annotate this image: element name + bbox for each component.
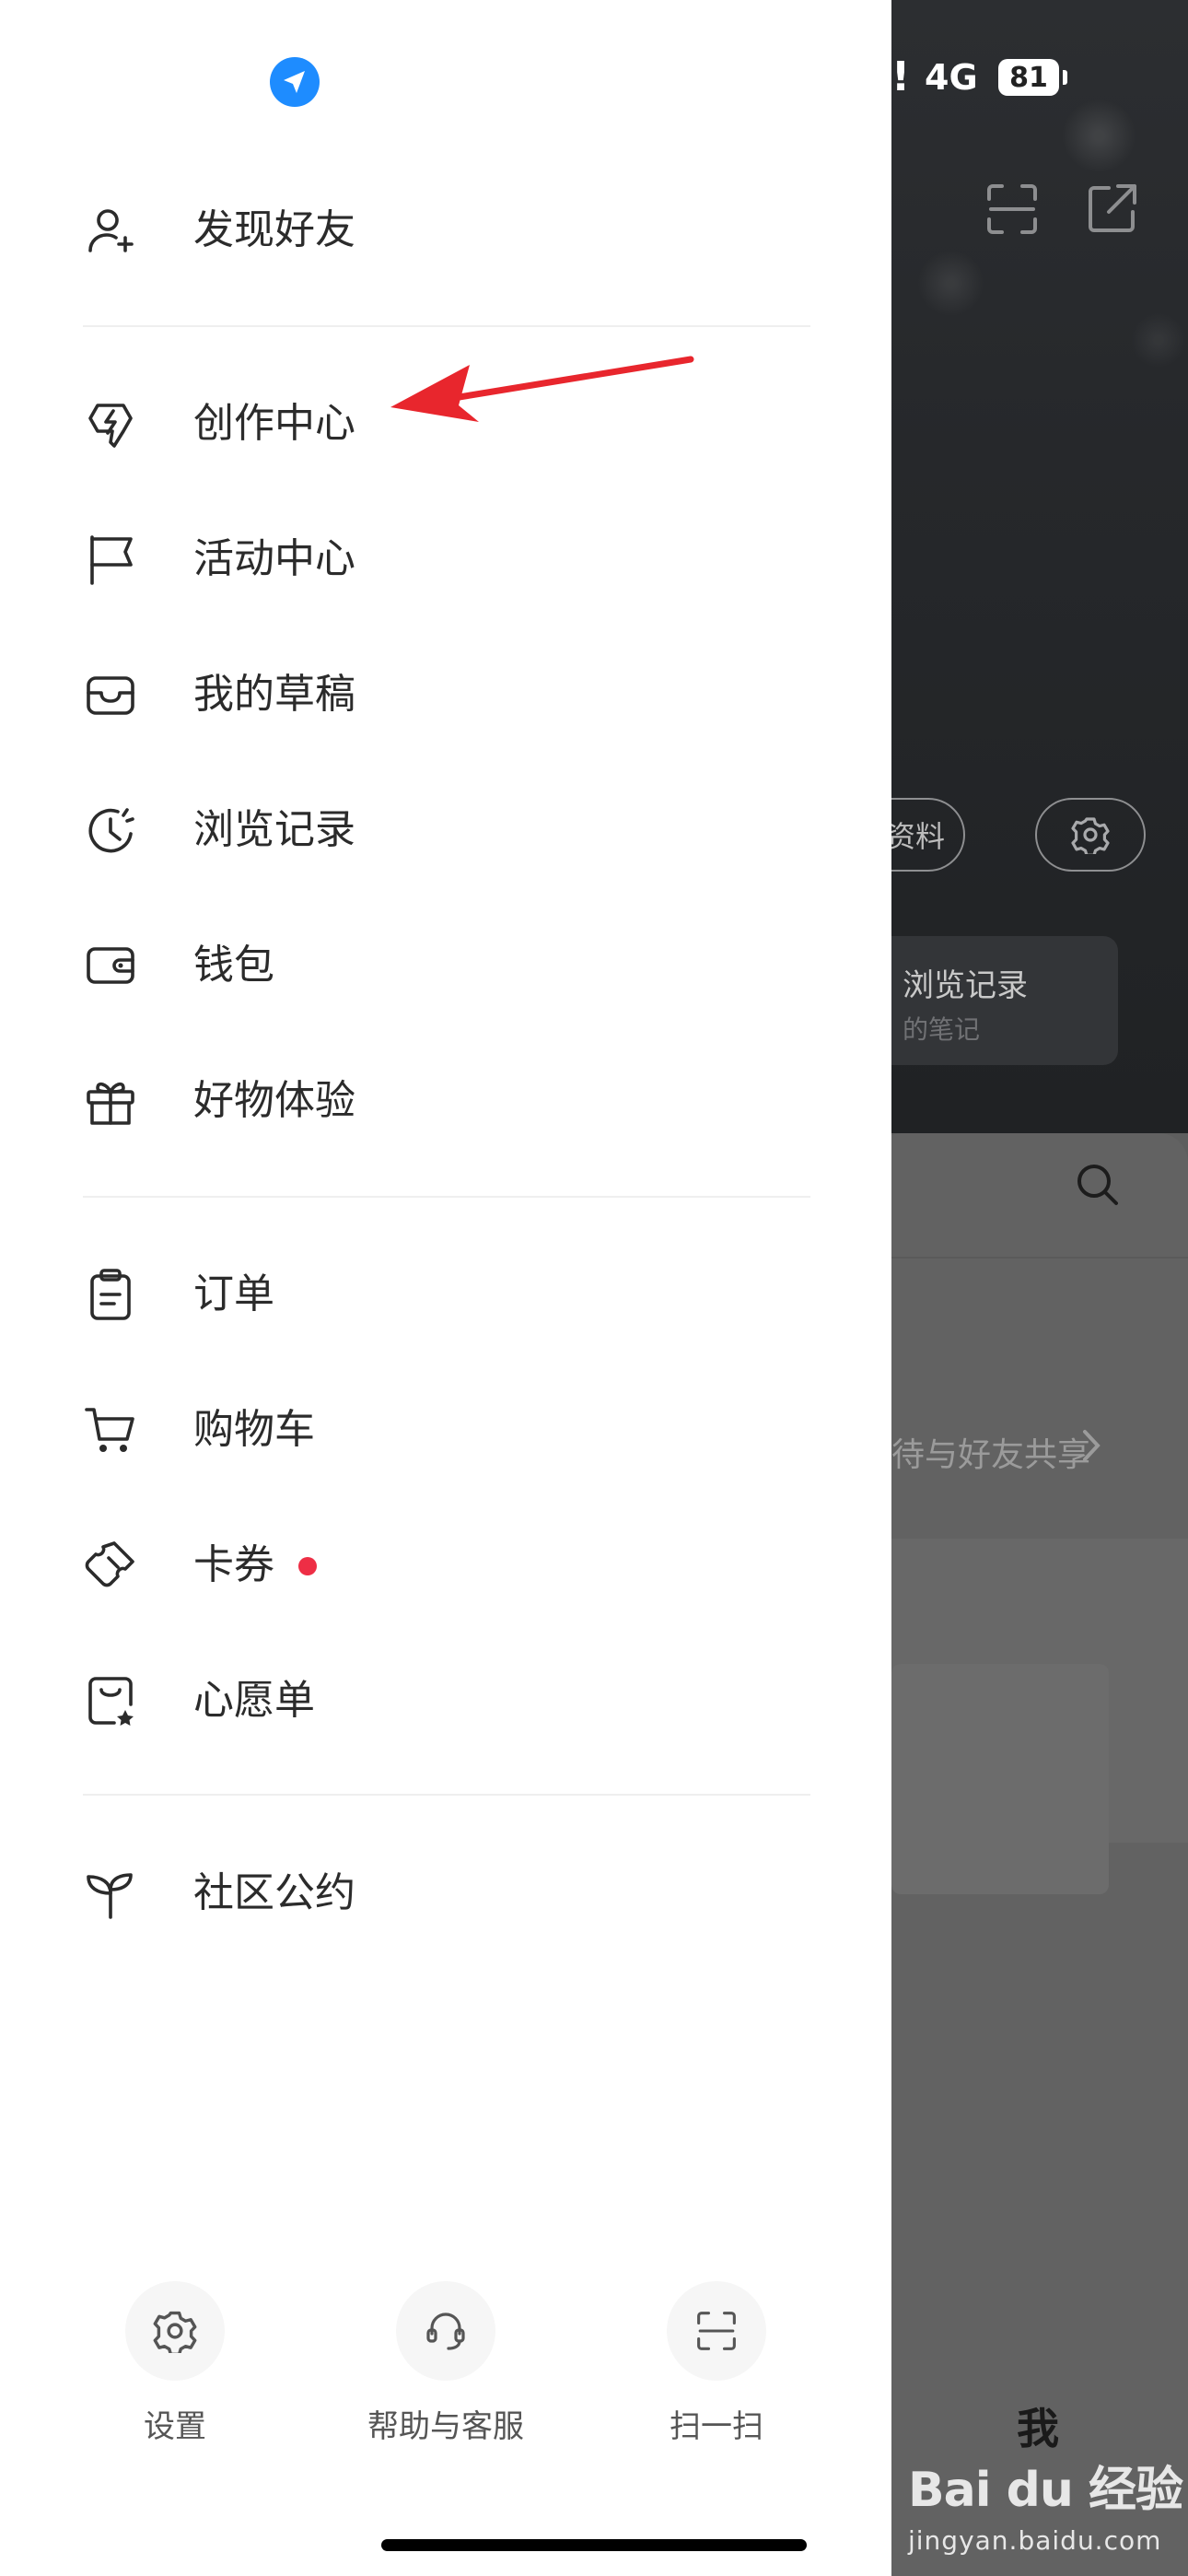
menu-item-label: 发现好友 (193, 206, 355, 253)
divider (83, 1196, 810, 1198)
scan-circle (667, 2281, 766, 2381)
profile-content-sheet: 待与好友共享 我 (891, 1133, 1188, 2576)
menu-item-find-friends[interactable]: 发现好友 (0, 180, 891, 281)
menu-item-activity-center[interactable]: 活动中心 (0, 509, 891, 610)
gear-icon (1071, 817, 1110, 854)
menu-item-label: 订单 (193, 1270, 274, 1317)
history-clock-icon (88, 808, 134, 853)
menu-item-community-rules[interactable]: 社区公约 (0, 1843, 891, 1944)
cart-icon (85, 1408, 134, 1452)
side-drawer: 发现好友 创作中心 活动中心 我的草稿 浏览记录 钱包 好物体验 订单 购物车 … (0, 0, 891, 2576)
menu-item-drafts[interactable]: 我的草稿 (0, 644, 891, 745)
baidu-watermark: Bai du 经验 jingyan.baidu.com (908, 2451, 1183, 2556)
tab-me[interactable]: 我 (1017, 2395, 1059, 2456)
content-placeholder (891, 1664, 1109, 1894)
history-card-title: 浏览记录 (903, 967, 1028, 1004)
help-support-label: 帮助与客服 (367, 2408, 524, 2445)
menu-item-label: 浏览记录 (193, 806, 355, 853)
divider (83, 325, 810, 327)
battery-tip (1063, 70, 1067, 85)
menu-item-coupons[interactable]: 卡券 (0, 1515, 891, 1616)
menu-item-label: 创作中心 (193, 400, 355, 447)
scan-icon (697, 2312, 736, 2350)
menu-item-wallet[interactable]: 钱包 (0, 915, 891, 1016)
settings-label: 设置 (144, 2408, 206, 2445)
scan-button[interactable]: 扫一扫 (606, 2281, 827, 2445)
settings-circle (125, 2281, 225, 2381)
gift-icon (87, 1082, 134, 1125)
lightning-icon (88, 404, 133, 448)
share-prompt[interactable]: 待与好友共享 (891, 1428, 1090, 1476)
battery-level: 81 (998, 59, 1059, 96)
menu-item-cart[interactable]: 购物车 (0, 1379, 891, 1481)
menu-item-label: 社区公约 (193, 1869, 355, 1916)
coupon-icon (85, 1541, 134, 1587)
network-type: 4G (925, 57, 978, 98)
signal-alert: ! (891, 53, 911, 100)
annotation-arrow (390, 356, 694, 422)
share-icon[interactable] (1083, 181, 1140, 238)
history-card-subtitle: 的笔记 (903, 1014, 981, 1045)
menu-item-label: 卡券 (193, 1541, 274, 1588)
wallet-icon (87, 947, 134, 984)
headset-icon (426, 2313, 465, 2350)
edit-profile-button[interactable]: 资料 (891, 798, 965, 872)
add-friend-icon (88, 209, 134, 252)
home-indicator[interactable] (381, 2539, 807, 2551)
wishlist-bag-icon (88, 1677, 134, 1726)
divider (83, 1794, 810, 1796)
menu-item-label: 心愿单 (193, 1677, 315, 1724)
scan-icon[interactable] (984, 181, 1041, 238)
watermark-site: jingyan.baidu.com (908, 2525, 1162, 2556)
sheet-divider (891, 1257, 1188, 1259)
edit-profile-label: 资料 (891, 819, 945, 854)
help-circle (396, 2281, 495, 2381)
menu-item-label: 购物车 (193, 1406, 315, 1453)
flag-icon (90, 535, 133, 585)
menu-item-product-trial[interactable]: 好物体验 (0, 1050, 891, 1152)
menu-item-label: 我的草稿 (193, 671, 355, 718)
help-support-button[interactable]: 帮助与客服 (335, 2281, 556, 2445)
scan-label: 扫一扫 (670, 2408, 763, 2445)
status-bar: ! 4G 81 (891, 52, 1188, 107)
menu-item-orders[interactable]: 订单 (0, 1244, 891, 1345)
notification-dot (298, 1557, 317, 1575)
inbox-icon (87, 676, 134, 715)
sprout-icon (87, 1873, 133, 1919)
watermark-brand: Bai du 经验 (908, 2463, 1183, 2518)
settings-button[interactable]: 设置 (64, 2281, 285, 2445)
menu-item-wishlist[interactable]: 心愿单 (0, 1650, 891, 1751)
menu-item-label: 好物体验 (193, 1077, 355, 1124)
clipboard-icon (90, 1269, 131, 1320)
location-icon (270, 57, 320, 107)
gear-icon (153, 2311, 197, 2353)
menu-item-label: 钱包 (193, 942, 274, 989)
chevron-right-icon (1083, 1430, 1101, 1461)
search-icon[interactable] (1074, 1161, 1122, 1209)
menu-item-browse-history[interactable]: 浏览记录 (0, 779, 891, 881)
background-profile-page: ! 4G 81 资料 浏览记录 的笔记 待与好友共享 我 Bai du 经验 j… (891, 0, 1188, 2576)
menu-item-label: 活动中心 (193, 535, 355, 582)
profile-settings-button[interactable] (1035, 798, 1146, 872)
history-card[interactable]: 浏览记录 的笔记 (891, 936, 1118, 1065)
